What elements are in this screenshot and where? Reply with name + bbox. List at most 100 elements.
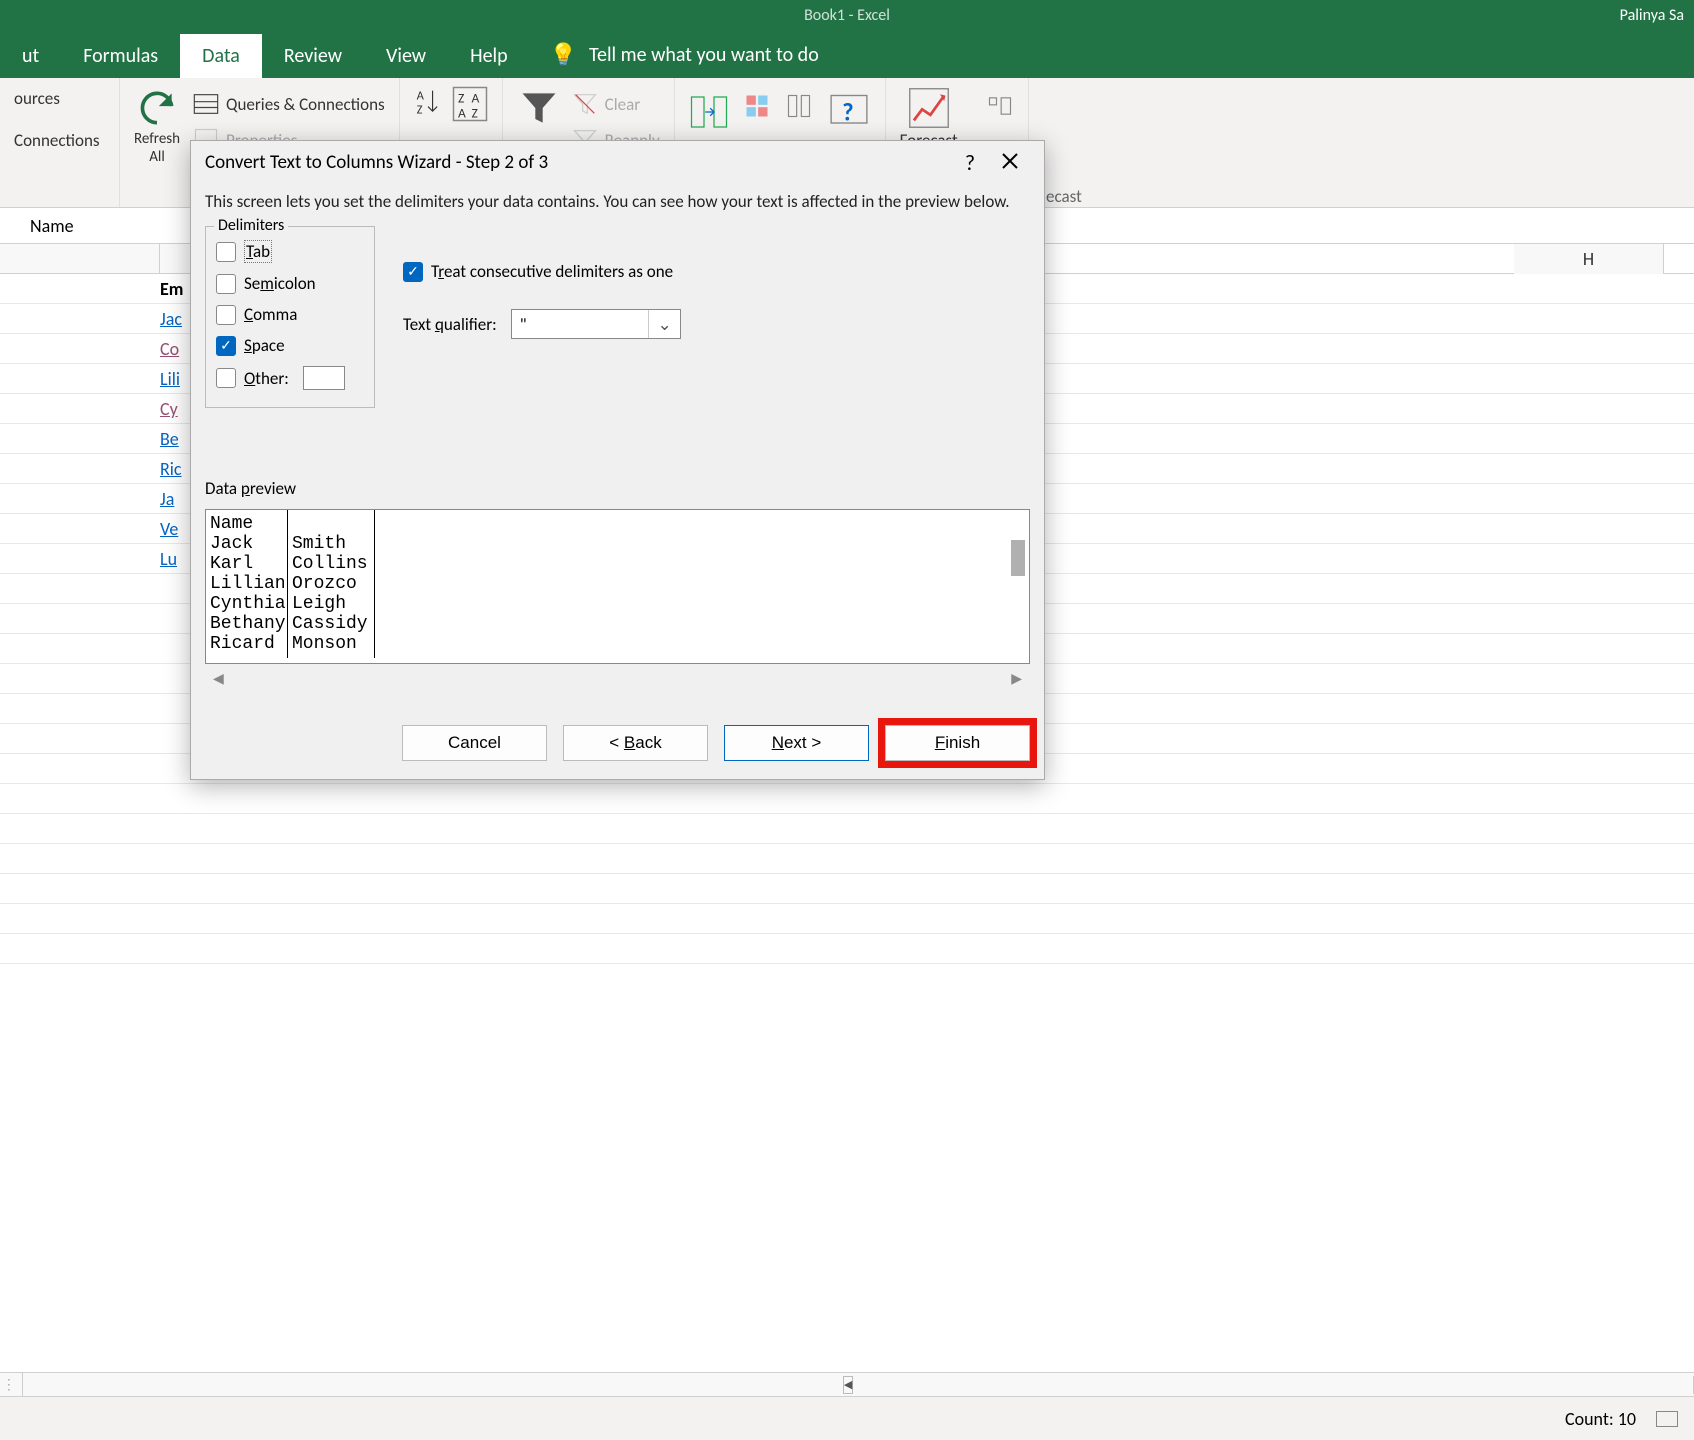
tab-partial[interactable]: ut <box>0 34 61 78</box>
normal-view-icon[interactable] <box>1656 1411 1678 1427</box>
dialog-description: This screen lets you set the delimiters … <box>205 191 1030 212</box>
semicolon-label: Semicolon <box>244 273 316 294</box>
delimiters-label: Delimiters <box>214 216 288 235</box>
dialog-close-button[interactable] <box>990 149 1030 176</box>
lightbulb-icon: 💡 <box>550 41 577 68</box>
cell-link[interactable]: Cy <box>160 394 183 424</box>
space-checkbox-row[interactable]: ✓ Space <box>216 330 364 361</box>
tab-view[interactable]: View <box>364 34 448 78</box>
scroll-left-arrow[interactable]: ◀ <box>843 1376 853 1394</box>
cell-link[interactable]: Lu <box>160 544 183 574</box>
sort-az-icon[interactable]: AZ <box>414 86 442 118</box>
ribbon-connections[interactable]: Connections <box>14 128 105 153</box>
filter-icon[interactable] <box>517 86 561 130</box>
svg-text:Z: Z <box>416 102 422 117</box>
queries-connections-button[interactable]: Queries & Connections <box>192 86 385 122</box>
tab-help[interactable]: Help <box>448 34 530 78</box>
finish-button[interactable]: Finish <box>885 725 1030 761</box>
svg-text:?: ? <box>842 96 853 127</box>
tab-checkbox-row[interactable]: Tab <box>216 235 364 268</box>
tab-data[interactable]: Data <box>180 34 262 78</box>
space-label: Space <box>244 335 285 356</box>
preview-scrollbar[interactable] <box>1011 540 1025 576</box>
space-checkbox[interactable]: ✓ <box>216 336 236 356</box>
delimiters-group: Delimiters Tab Semicolon Comma ✓ Space <box>205 226 375 408</box>
clear-filter-button: Clear <box>571 86 660 122</box>
dialog-help-button[interactable]: ? <box>950 149 990 176</box>
svg-text:A: A <box>458 105 466 122</box>
preview-col-1: Name Jack Karl Lillian Cynthia Bethany R… <box>206 510 288 658</box>
semicolon-checkbox-row[interactable]: Semicolon <box>216 268 364 299</box>
comma-checkbox-row[interactable]: Comma <box>216 299 364 330</box>
cell-header[interactable]: Em <box>160 274 183 304</box>
data-preview-label: Data preview <box>205 478 1030 499</box>
clear-icon <box>571 88 599 120</box>
text-to-columns-icon[interactable] <box>689 90 729 134</box>
cell-link[interactable]: Jac <box>160 304 183 334</box>
ribbon-tabs: ut Formulas Data Review View Help 💡 Tell… <box>0 30 1694 78</box>
cell-link[interactable]: Co <box>160 334 183 364</box>
other-checkbox[interactable] <box>216 368 236 388</box>
title-bar: Book1 - Excel Palinya Sa <box>0 0 1694 30</box>
formula-value: Name <box>30 215 74 237</box>
queries-label: Queries & Connections <box>226 94 385 115</box>
tab-formulas[interactable]: Formulas <box>61 34 180 78</box>
other-checkbox-row[interactable]: Other: <box>216 361 364 395</box>
col-header-h[interactable]: H <box>1514 244 1664 274</box>
cell-link[interactable]: Ric <box>160 454 183 484</box>
treat-consecutive-label: Treat consecutive delimiters as one <box>431 261 673 282</box>
text-qualifier-value: " <box>520 314 527 335</box>
status-count: Count: 10 <box>1565 1408 1636 1430</box>
close-icon <box>1001 152 1019 170</box>
app-title: Book1 - Excel <box>804 6 890 25</box>
dialog-title: Convert Text to Columns Wizard - Step 2 … <box>205 151 548 174</box>
next-button[interactable]: Next > <box>724 725 869 761</box>
svg-text:Z: Z <box>471 105 477 122</box>
text-qualifier-select[interactable]: " ⌄ <box>511 309 681 339</box>
cancel-button[interactable]: Cancel <box>402 725 547 761</box>
cell-link[interactable]: Ve <box>160 514 183 544</box>
semicolon-checkbox[interactable] <box>216 274 236 294</box>
preview-scroll-left[interactable]: ◀ <box>213 670 224 687</box>
text-qualifier-label: Text qualifier: <box>403 314 497 335</box>
data-preview-box: Name Jack Karl Lillian Cynthia Bethany R… <box>205 509 1030 664</box>
sort-za-icon[interactable]: ZAAZ <box>452 86 488 122</box>
refresh-label: Refresh All <box>134 130 180 166</box>
other-delimiter-input[interactable] <box>303 366 345 390</box>
text-to-columns-wizard-dialog: Convert Text to Columns Wizard - Step 2 … <box>190 140 1045 780</box>
clear-label: Clear <box>605 94 641 115</box>
user-name: Palinya Sa <box>1620 6 1684 25</box>
forecast-group-label: ecast <box>1046 186 1082 207</box>
table-icon <box>192 88 220 120</box>
ribbon-sources[interactable]: ources <box>14 86 105 111</box>
chevron-down-icon: ⌄ <box>648 310 671 338</box>
remove-duplicates-icon[interactable] <box>785 90 813 122</box>
tab-review[interactable]: Review <box>262 34 364 78</box>
horizontal-scrollbar[interactable]: ⋮ ◀ <box>0 1372 1694 1396</box>
back-button[interactable]: < Back <box>563 725 708 761</box>
refresh-icon <box>135 86 179 130</box>
comma-checkbox[interactable] <box>216 305 236 325</box>
treat-consecutive-checkbox[interactable]: ✓ <box>403 262 423 282</box>
preview-scroll-right[interactable]: ▶ <box>1011 670 1022 687</box>
data-cells: Em Jac Co Lili Cy Be Ric Ja Ve Lu <box>160 274 183 574</box>
comma-label: Comma <box>244 304 297 325</box>
treat-consecutive-row[interactable]: ✓ Treat consecutive delimiters as one <box>403 256 1030 287</box>
refresh-all-button[interactable]: Refresh All <box>134 86 180 166</box>
cell-link[interactable]: Be <box>160 424 183 454</box>
preview-col-2: Smith Collins Orozco Leigh Cassidy Monso… <box>288 510 375 658</box>
cell-link[interactable]: Lili <box>160 364 183 394</box>
tab-checkbox[interactable] <box>216 242 236 262</box>
status-bar: Count: 10 <box>0 1396 1694 1440</box>
other-label: Other: <box>244 368 289 389</box>
tell-me-search[interactable]: 💡 Tell me what you want to do <box>530 41 839 78</box>
tell-me-label: Tell me what you want to do <box>589 43 819 67</box>
flash-fill-icon[interactable] <box>743 90 771 122</box>
cell-link[interactable]: Ja <box>160 484 183 514</box>
dialog-titlebar: Convert Text to Columns Wizard - Step 2 … <box>191 141 1044 183</box>
forecast-icon <box>907 86 951 130</box>
tab-label: Tab <box>244 240 272 263</box>
col-header-blank[interactable] <box>0 244 160 273</box>
group-icon[interactable] <box>986 90 1014 122</box>
whatif-icon[interactable]: ? <box>827 90 871 134</box>
